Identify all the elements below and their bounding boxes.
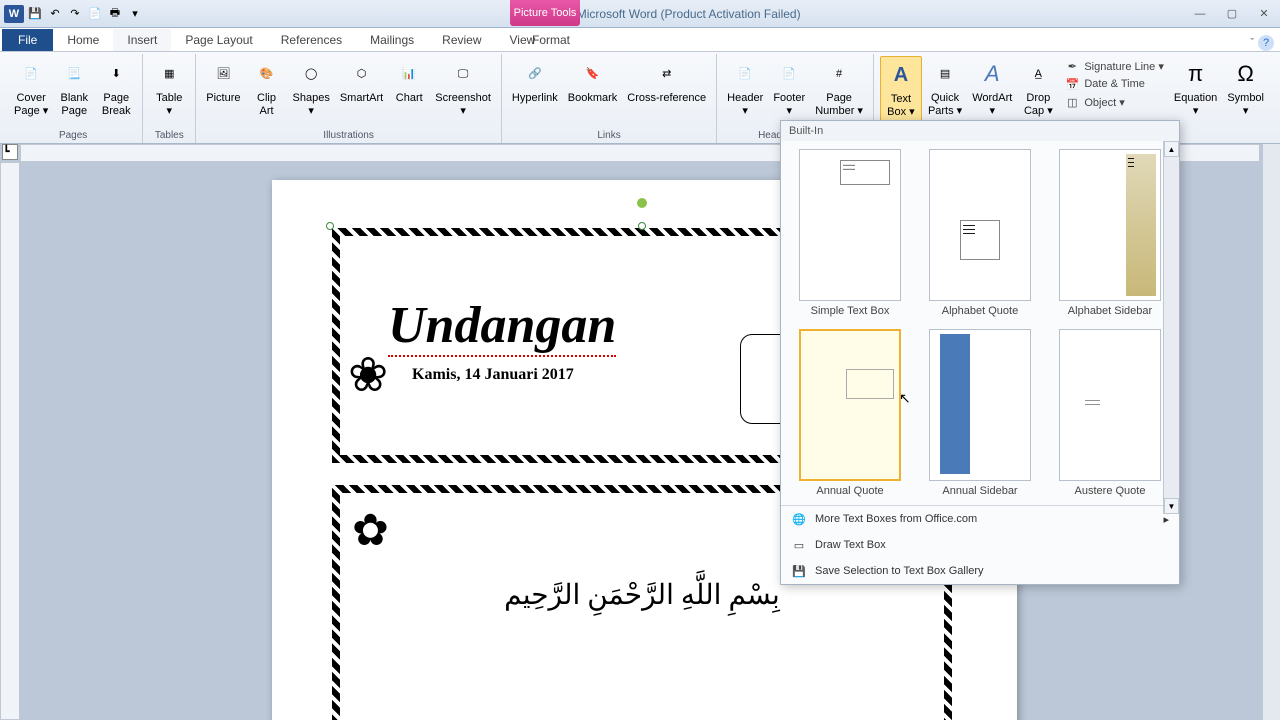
signature-line-button[interactable]: ✒Signature Line ▾: [1064, 58, 1164, 74]
resize-handle-nw[interactable]: [326, 222, 334, 230]
chevron-right-icon: ▸: [1163, 513, 1169, 526]
clip-art-button[interactable]: 🎨Clip Art: [247, 56, 287, 119]
header-button[interactable]: 📄Header ▾: [723, 56, 767, 119]
print-icon[interactable]: 🖶: [106, 5, 124, 23]
draw-text-box-item[interactable]: ▭ Draw Text Box: [781, 532, 1179, 558]
smartart-button[interactable]: ⬡SmartArt: [336, 56, 387, 107]
cover-page-button[interactable]: 📄Cover Page ▾: [10, 56, 52, 119]
bismillah-text: بِسْمِ اللَّهِ الرَّحْمَنِ الرَّحِيم: [504, 578, 780, 612]
picture-button[interactable]: 🖼Picture: [202, 56, 244, 107]
drop-cap-button[interactable]: A̲Drop Cap ▾: [1018, 56, 1058, 119]
tab-references[interactable]: References: [267, 29, 356, 51]
tab-insert[interactable]: Insert: [113, 29, 171, 51]
word-icon[interactable]: W: [4, 5, 24, 23]
ribbon-tabs: File Home Insert Page Layout References …: [0, 28, 1280, 52]
gallery-item-simple-text-box[interactable]: ▬▬▬▬▬▬ Simple Text Box: [791, 149, 909, 317]
picture-tools-tab[interactable]: Picture Tools: [510, 0, 580, 26]
floral-ornament-icon: ❀: [348, 347, 448, 447]
floral-left-icon: ✿: [352, 505, 452, 605]
undo-icon[interactable]: ↶: [46, 5, 64, 23]
tab-page-layout[interactable]: Page Layout: [171, 29, 266, 51]
screenshot-button[interactable]: 🖵Screenshot ▾: [431, 56, 495, 119]
group-links: Links: [597, 128, 620, 143]
scroll-up-icon[interactable]: ▲: [1164, 141, 1179, 157]
window-title: 527_B - Microsoft Word (Product Activati…: [144, 7, 1188, 21]
gallery-scrollbar[interactable]: ▲ ▼: [1163, 141, 1179, 514]
object-button[interactable]: ◫Object ▾: [1064, 94, 1164, 110]
tab-review[interactable]: Review: [428, 29, 495, 51]
vertical-ruler[interactable]: [0, 162, 20, 720]
redo-icon[interactable]: ↷: [66, 5, 84, 23]
page-number-button[interactable]: #Page Number ▾: [811, 56, 867, 119]
gallery-item-annual-sidebar[interactable]: Annual Sidebar: [921, 329, 1039, 497]
qat-dropdown-icon[interactable]: ▾: [126, 5, 144, 23]
gallery-item-alphabet-sidebar[interactable]: ▬▬▬▬▬▬ Alphabet Sidebar: [1051, 149, 1169, 317]
gallery-header: Built-In: [781, 121, 1179, 141]
tab-format[interactable]: Format: [518, 29, 584, 51]
text-box-gallery: Built-In ▬▬▬▬▬▬ Simple Text Box ▬▬▬▬▬▬▬▬…: [780, 120, 1180, 585]
cross-reference-button[interactable]: ⇄Cross-reference: [623, 56, 710, 107]
table-button[interactable]: ▦Table ▾: [149, 56, 189, 119]
rotation-handle[interactable]: [637, 198, 647, 208]
blank-page-button[interactable]: 📃Blank Page: [54, 56, 94, 119]
minimize-button[interactable]: —: [1188, 5, 1212, 23]
help-icon[interactable]: ?: [1258, 35, 1274, 51]
title-bar: W 💾 ↶ ↷ 📄 🖶 ▾ 527_B - Microsoft Word (Pr…: [0, 0, 1280, 28]
gallery-item-austere-quote[interactable]: ▬▬▬▬▬▬▬▬▬▬ Austere Quote: [1051, 329, 1169, 497]
quick-access-toolbar: W 💾 ↶ ↷ 📄 🖶 ▾: [4, 5, 144, 23]
office-icon: 🌐: [791, 511, 807, 527]
page-break-button[interactable]: ⬇Page Break: [96, 56, 136, 119]
vertical-scrollbar[interactable]: [1262, 144, 1280, 720]
close-button[interactable]: ✕: [1252, 5, 1276, 23]
maximize-button[interactable]: ▢: [1220, 5, 1244, 23]
tab-align-selector[interactable]: ┗: [2, 144, 18, 160]
tab-home[interactable]: Home: [53, 29, 113, 51]
date-time-button[interactable]: 📅Date & Time: [1064, 76, 1164, 92]
footer-button[interactable]: 📄Footer ▾: [769, 56, 809, 119]
symbol-button[interactable]: ΩSymbol ▾: [1223, 56, 1268, 119]
tab-mailings[interactable]: Mailings: [356, 29, 428, 51]
text-box-button[interactable]: AText Box ▾: [880, 56, 922, 121]
wordart-button[interactable]: AWordArt ▾: [968, 56, 1016, 119]
shapes-button[interactable]: ◯Shapes ▾: [289, 56, 334, 119]
scroll-down-icon[interactable]: ▼: [1164, 498, 1179, 514]
gallery-item-alphabet-quote[interactable]: ▬▬▬▬▬▬▬▬▬▬▬▬ Alphabet Quote: [921, 149, 1039, 317]
tab-file[interactable]: File: [2, 29, 53, 51]
group-pages: Pages: [59, 128, 87, 143]
group-illustrations: Illustrations: [323, 128, 374, 143]
equation-button[interactable]: πEquation ▾: [1170, 56, 1221, 119]
more-text-boxes-item[interactable]: 🌐 More Text Boxes from Office.com ▸: [781, 506, 1179, 532]
save-icon[interactable]: 💾: [26, 5, 44, 23]
ribbon-minimize-icon[interactable]: ˇ: [1250, 37, 1254, 49]
hyperlink-button[interactable]: 🔗Hyperlink: [508, 56, 562, 107]
bookmark-button[interactable]: 🔖Bookmark: [564, 56, 622, 107]
save-selection-item[interactable]: 💾 Save Selection to Text Box Gallery: [781, 558, 1179, 584]
quick-parts-button[interactable]: ▤Quick Parts ▾: [924, 56, 966, 119]
new-icon[interactable]: 📄: [86, 5, 104, 23]
save-gallery-icon: 💾: [791, 563, 807, 579]
resize-handle-n[interactable]: [638, 222, 646, 230]
draw-icon: ▭: [791, 537, 807, 553]
group-tables: Tables: [155, 128, 184, 143]
chart-button[interactable]: 📊Chart: [389, 56, 429, 107]
gallery-item-annual-quote[interactable]: Annual Quote: [791, 329, 909, 497]
